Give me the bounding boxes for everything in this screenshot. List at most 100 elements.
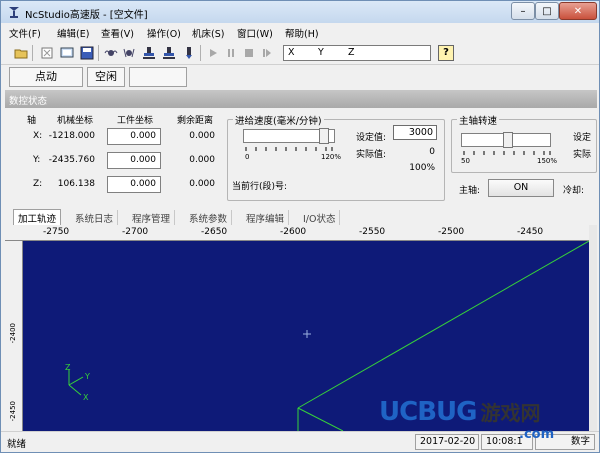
feed-percent: 100%: [409, 163, 435, 173]
title-bar[interactable]: NcStudio高速版 - [空文件] – □ ✕: [1, 1, 599, 23]
axis-x-label: X:: [33, 131, 43, 141]
axis-y-work[interactable]: 0.000: [107, 152, 161, 169]
step-icon[interactable]: [259, 45, 275, 61]
clamp-icon[interactable]: [141, 45, 157, 61]
axis-x-machine: -1218.000: [48, 131, 95, 141]
menu-window[interactable]: 窗口(W): [237, 26, 273, 40]
close-button[interactable]: ✕: [559, 2, 597, 20]
coord-y-label: Y: [318, 47, 324, 58]
axis-x-remain: 0.000: [189, 131, 215, 141]
menu-operate[interactable]: 操作(O): [147, 26, 181, 40]
ncstudio-logo-icon: [9, 7, 19, 18]
ruler-tick-label: -2500: [438, 227, 465, 237]
mode-bar: 点动 空闲: [1, 65, 599, 89]
menu-edit[interactable]: 编辑(E): [57, 26, 89, 40]
feed-actual-value: 0: [429, 147, 435, 157]
tab-toolpath[interactable]: 加工轨迹: [13, 209, 62, 225]
ruler-tick-label: -2650: [201, 227, 228, 237]
spindle-scale-max: 150%: [537, 157, 558, 165]
minimize-icon: –: [520, 5, 526, 17]
feed-slider-thumb[interactable]: [319, 128, 329, 144]
feed-actual-label: 实际值:: [356, 150, 387, 160]
spindle-icon[interactable]: [103, 45, 119, 61]
tab-system-params[interactable]: 系统参数: [185, 210, 233, 225]
tab-io-status[interactable]: I/O状态: [299, 210, 341, 225]
clamp-alt-icon[interactable]: [161, 45, 177, 61]
ruler-tick-label: -2700: [122, 227, 149, 237]
ruler-tick-label: -2450: [9, 401, 17, 422]
coord-z-label: Z: [348, 47, 355, 58]
play-icon[interactable]: [205, 45, 221, 61]
machine-status: 空闲: [87, 67, 125, 87]
axis-header: 轴: [27, 116, 37, 126]
tab-system-log[interactable]: 系统日志: [71, 210, 119, 225]
spindle-slider-thumb[interactable]: [503, 132, 513, 148]
status-ready: 就绪: [7, 439, 27, 450]
work-coord-header: 工件坐标: [117, 116, 154, 126]
panel-title: 数控状态: [5, 90, 597, 108]
axis-x-work[interactable]: 0.000: [107, 128, 161, 145]
vertical-ruler: -2400 -2450: [5, 241, 23, 431]
axis-indicator-z: Z: [65, 363, 71, 372]
watermark-bug: BUG: [417, 397, 477, 427]
coolant-label: 冷却:: [563, 186, 585, 196]
axis-z-work[interactable]: 0.000: [107, 176, 161, 193]
feed-scale-max: 120%: [321, 153, 342, 161]
status-date: 2017-02-20: [415, 434, 479, 450]
minimize-button[interactable]: –: [511, 2, 535, 20]
status-empty-box: [129, 67, 187, 87]
axis-y-label: Y:: [33, 155, 41, 165]
spindle-slider-ticks: [463, 151, 551, 155]
tab-bar: 加工轨迹 系统日志 程序管理 系统参数 程序编辑 I/O状态: [5, 209, 597, 225]
menu-bar: 文件(F) 编辑(E) 查看(V) 操作(O) 机床(S) 窗口(W) 帮助(H…: [1, 23, 599, 41]
watermark-com: .com: [519, 427, 555, 442]
watermark-cn: 游戏网: [480, 401, 541, 425]
watermark-uc: UC: [379, 397, 418, 427]
spindle-actual-label: 实际: [573, 150, 592, 160]
machine-coord-header: 机械坐标: [57, 116, 94, 126]
pause-icon[interactable]: [223, 45, 239, 61]
vertical-scrollbar[interactable]: [589, 225, 597, 431]
feed-speed-title: 进给速度(毫米/分钟): [233, 113, 324, 127]
menu-machine[interactable]: 机床(S): [192, 26, 224, 40]
axis-y-remain: 0.000: [189, 155, 215, 165]
menu-view[interactable]: 查看(V): [101, 26, 134, 40]
feed-scale-min: 0: [245, 153, 250, 161]
spindle-alt-icon[interactable]: [121, 45, 137, 61]
menu-file[interactable]: 文件(F): [9, 26, 41, 40]
spindle-on-button[interactable]: ON: [488, 179, 554, 197]
maximize-button[interactable]: □: [535, 2, 559, 20]
view-icon[interactable]: [59, 45, 75, 61]
origin-crosshair-icon: [303, 330, 311, 338]
coord-x-label: X: [288, 47, 295, 58]
maximize-icon: □: [542, 5, 552, 17]
remain-distance-header: 剩余距离: [177, 116, 214, 126]
tab-program-editor[interactable]: 程序编辑: [242, 210, 290, 225]
menu-help[interactable]: 帮助(H): [285, 26, 319, 40]
spindle-set-label: 设定: [573, 133, 592, 143]
save-icon[interactable]: [79, 45, 95, 61]
help-icon[interactable]: ?: [438, 45, 454, 61]
cut-icon[interactable]: [39, 45, 55, 61]
toolbar-separator: [200, 45, 201, 61]
spindle-speed-title: 主轴转速: [457, 113, 500, 127]
toolpath-line: [297, 407, 344, 431]
current-line-label: 当前行(段)号:: [232, 182, 288, 192]
open-icon[interactable]: [13, 45, 29, 61]
horizontal-ruler: -2750 -2700 -2650 -2600 -2550 -2500 -245…: [5, 225, 589, 241]
coordinate-input[interactable]: X Y Z: [283, 45, 431, 61]
spindle-scale-min: 50: [461, 157, 470, 165]
axis-z-label: Z:: [33, 179, 43, 189]
toolbar: X Y Z ?: [1, 41, 599, 65]
axis-indicator-y: Y: [85, 372, 90, 381]
tool-icon[interactable]: [181, 45, 197, 61]
tab-program-manager[interactable]: 程序管理: [128, 210, 176, 225]
feed-set-value[interactable]: 3000: [393, 125, 437, 140]
ruler-tick-label: -2550: [359, 227, 386, 237]
stop-icon[interactable]: [241, 45, 257, 61]
jog-mode-button[interactable]: 点动: [9, 67, 83, 87]
toolbar-separator: [32, 45, 33, 61]
window-title: NcStudio高速版 - [空文件]: [25, 10, 148, 21]
axis-indicator-icon: [68, 369, 84, 396]
status-bar: 就绪 2017-02-20 10:08:1 数字: [1, 431, 599, 452]
